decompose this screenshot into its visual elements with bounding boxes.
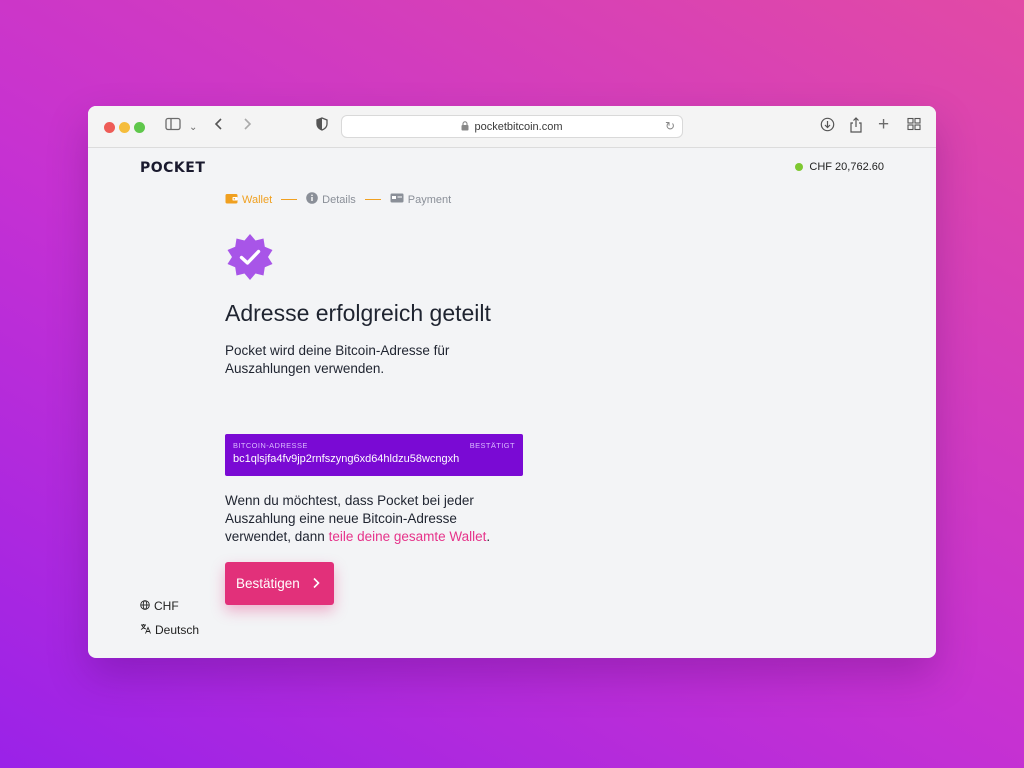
- reload-icon[interactable]: ↻: [665, 119, 675, 133]
- step-separator: [364, 199, 381, 200]
- currency-label: CHF: [154, 599, 179, 613]
- browser-window: ⌄ pocketbitcoin.com ↻ + POCKET CHF 20,76…: [88, 106, 936, 658]
- share-icon[interactable]: [849, 117, 863, 139]
- close-window-button[interactable]: [104, 122, 115, 133]
- chevron-down-icon[interactable]: ⌄: [189, 118, 197, 138]
- payment-icon: [390, 193, 404, 206]
- chevron-left-icon[interactable]: [214, 117, 224, 137]
- page-title: Adresse erfolgreich geteilt: [225, 300, 491, 326]
- sidebar-icon[interactable]: [165, 117, 181, 137]
- step-separator: [281, 199, 298, 200]
- translate-icon: [140, 623, 151, 637]
- chevron-right-icon: [312, 576, 320, 592]
- pocket-logo[interactable]: POCKET: [140, 160, 205, 176]
- share-wallet-link[interactable]: teile deine gesamte Wallet: [329, 529, 487, 544]
- currency-selector[interactable]: CHF: [140, 599, 179, 613]
- balance-value: CHF 20,762.60: [809, 161, 884, 173]
- step-wallet: Wallet: [225, 193, 272, 207]
- wallet-icon: [225, 193, 238, 207]
- minimize-window-button[interactable]: [119, 122, 130, 133]
- download-icon[interactable]: [820, 117, 835, 138]
- grid-icon[interactable]: [907, 117, 921, 137]
- intro-text: Pocket wird deine Bitcoin-Adresse für Au…: [225, 343, 450, 376]
- step-payment: Payment: [390, 193, 451, 206]
- wallet-note: Wenn du möchtest, dass Pocket bei jeder …: [225, 492, 505, 546]
- language-selector[interactable]: Deutsch: [140, 623, 199, 637]
- bitcoin-address-box[interactable]: BITCOIN-ADRESSE BESTÄTIGT bc1qlsjfa4fv9j…: [225, 434, 523, 476]
- language-label: Deutsch: [155, 623, 200, 637]
- address-bar[interactable]: pocketbitcoin.com ↻: [341, 115, 683, 138]
- globe-icon: [140, 599, 150, 613]
- bitcoin-address-value: bc1qlsjfa4fv9jp2rnfszyng6xd64hldzu58wcng…: [233, 453, 460, 465]
- url-text: pocketbitcoin.com: [474, 120, 563, 133]
- note-end: .: [486, 529, 491, 544]
- address-status-badge: BESTÄTIGT: [469, 441, 515, 450]
- confirm-button[interactable]: Bestätigen: [225, 562, 334, 605]
- chevron-right-icon[interactable]: [242, 117, 252, 137]
- plus-icon[interactable]: +: [878, 115, 889, 135]
- zoom-window-button[interactable]: [134, 122, 145, 133]
- confirm-label: Bestätigen: [236, 576, 300, 591]
- step-details: Details: [306, 192, 356, 207]
- lock-icon: [461, 120, 469, 133]
- status-dot: [795, 163, 804, 171]
- browser-toolbar: ⌄ pocketbitcoin.com ↻ +: [88, 106, 936, 148]
- verified-badge-icon: [225, 232, 275, 282]
- shield-icon[interactable]: [316, 117, 328, 137]
- balance-indicator: CHF 20,762.60: [795, 161, 884, 173]
- page-content: POCKET CHF 20,762.60 Wallet Details Paym…: [88, 148, 936, 658]
- progress-steps: Wallet Details Payment: [225, 192, 451, 207]
- info-icon: [306, 192, 318, 207]
